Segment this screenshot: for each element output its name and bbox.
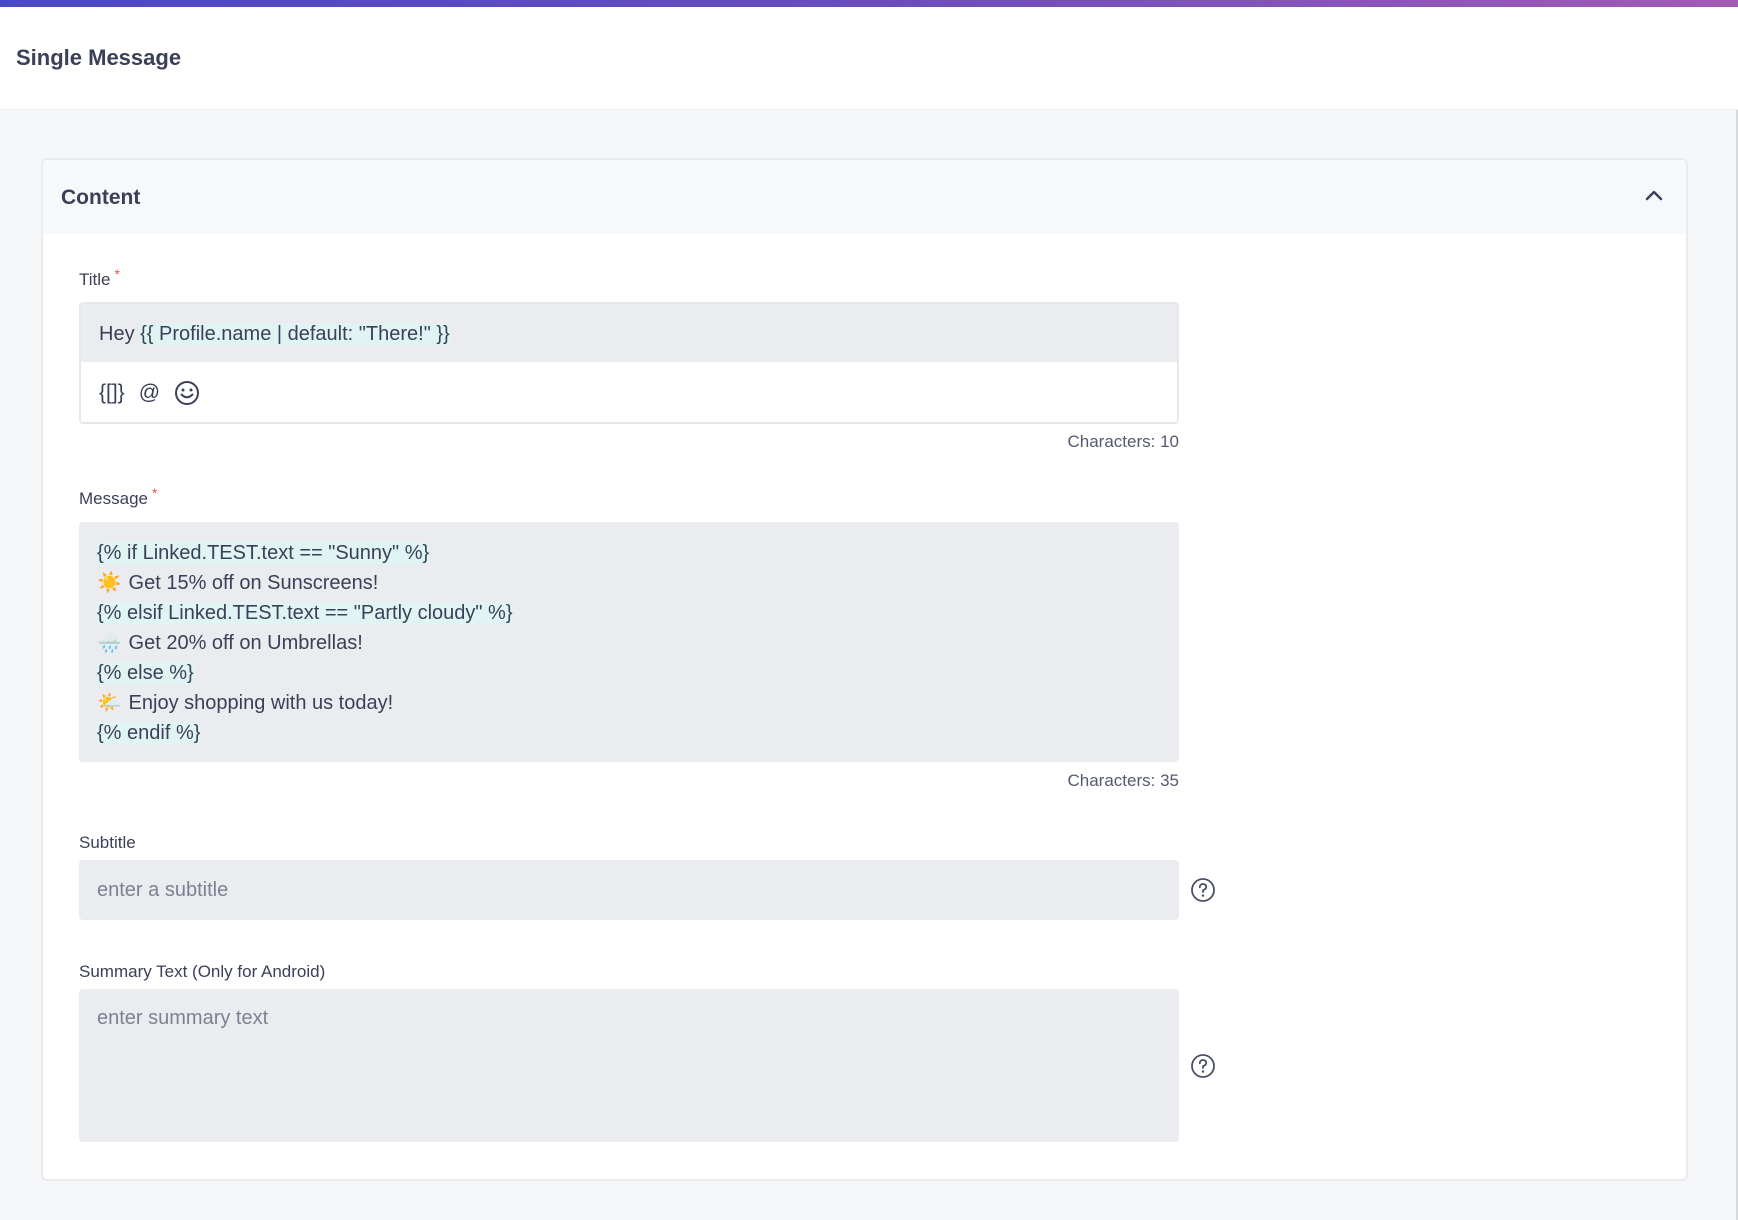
title-label-text: Title: [79, 270, 111, 289]
message-line: 🌧️ Get 20% off on Umbrellas!: [97, 628, 1161, 658]
title-editor: Hey {{ Profile.name | default: "There!" …: [79, 302, 1179, 424]
summary-placeholder: enter summary text: [97, 1007, 269, 1029]
page-header: Single Message: [0, 7, 1738, 110]
template-tag: {% elsif Linked.TEST.text == "Partly clo…: [97, 602, 513, 624]
title-input[interactable]: Hey {{ Profile.name | default: "There!" …: [81, 304, 1177, 362]
template-tag: {% if Linked.TEST.text == "Sunny" %}: [97, 542, 430, 564]
title-character-count: Characters: 10: [1067, 432, 1180, 451]
title-label: Title *: [79, 266, 120, 290]
accent-bar: [0, 0, 1738, 7]
section-title: Content: [61, 186, 141, 209]
rain-cloud-icon: 🌧️: [97, 632, 122, 654]
message-line: {% if Linked.TEST.text == "Sunny" %}: [97, 538, 1161, 568]
title-toolbar: {[]} @: [99, 378, 200, 408]
message-line: {% else %}: [97, 658, 1161, 688]
mention-button[interactable]: @: [139, 381, 160, 405]
emoji-button[interactable]: [174, 380, 200, 406]
smiley-icon: [175, 381, 200, 405]
section-header[interactable]: Content: [43, 160, 1686, 234]
message-text: Get 20% off on Umbrellas!: [123, 632, 363, 654]
sun-behind-cloud-icon: 🌤️: [97, 692, 122, 714]
message-text: Enjoy shopping with us today!: [123, 692, 394, 714]
chevron-up-icon[interactable]: [1642, 184, 1666, 208]
template-tag: {% else %}: [97, 662, 194, 684]
content-section: Content Title * Hey {{ Profile.name | def…: [41, 158, 1688, 1181]
summary-input[interactable]: enter summary text: [79, 989, 1179, 1142]
personalization-token: {{ Profile.name | default: "There!" }}: [140, 323, 450, 345]
message-label: Message *: [79, 485, 157, 509]
message-character-count: Characters: 35: [1067, 771, 1180, 790]
subtitle-label: Subtitle: [79, 833, 136, 852]
message-input[interactable]: {% if Linked.TEST.text == "Sunny" %} ☀️ …: [79, 522, 1179, 762]
subtitle-placeholder: enter a subtitle: [97, 878, 229, 901]
summary-label: Summary Text (Only for Android): [79, 962, 326, 981]
title-text: Hey: [99, 323, 141, 345]
message-line: {% endif %}: [97, 718, 1161, 748]
question-circle-icon[interactable]: [1190, 877, 1216, 903]
message-line: ☀️ Get 15% off on Sunscreens!: [97, 568, 1161, 598]
required-mark: *: [114, 266, 120, 282]
personalize-button[interactable]: {[]}: [99, 381, 125, 405]
message-text: Get 15% off on Sunscreens!: [123, 572, 379, 594]
page-title: Single Message: [16, 45, 182, 70]
message-label-text: Message: [79, 489, 148, 508]
template-tag: {% endif %}: [97, 722, 201, 744]
required-mark: *: [151, 485, 158, 501]
question-circle-icon[interactable]: [1190, 1053, 1216, 1079]
subtitle-input[interactable]: enter a subtitle: [79, 860, 1179, 920]
message-line: {% elsif Linked.TEST.text == "Partly clo…: [97, 598, 1161, 628]
sun-icon: ☀️: [97, 572, 122, 594]
message-line: 🌤️ Enjoy shopping with us today!: [97, 688, 1161, 718]
